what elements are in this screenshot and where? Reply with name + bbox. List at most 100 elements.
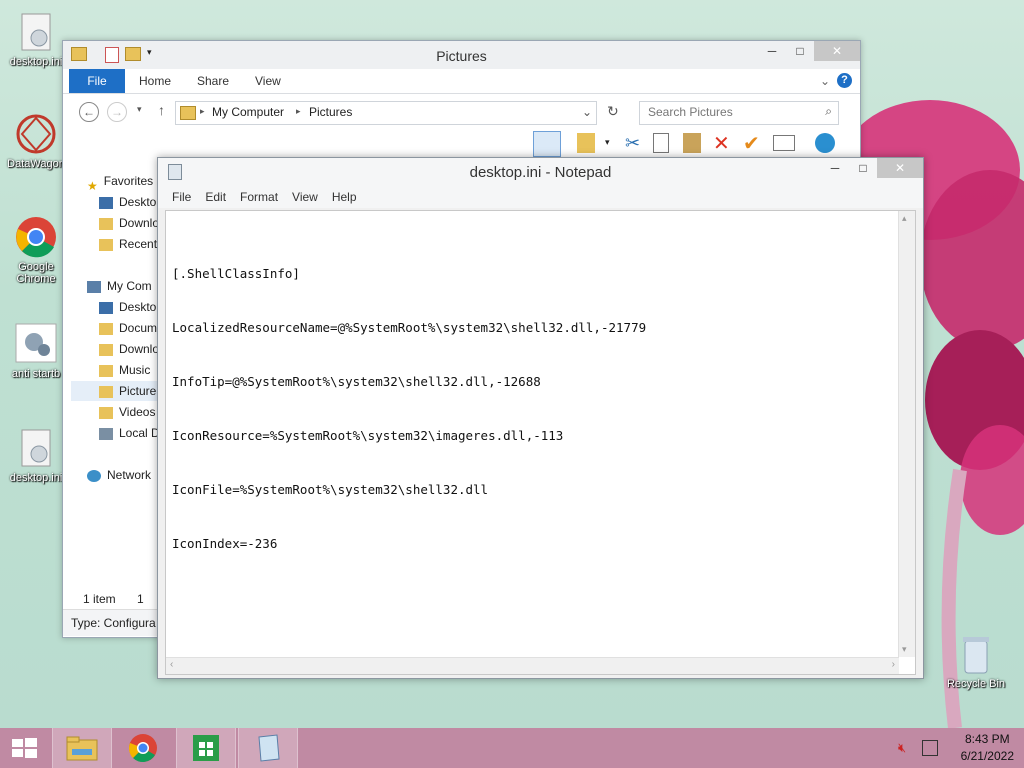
editor-content[interactable]: [.ShellClassInfo] LocalizedResourceName=…	[172, 229, 646, 589]
ribbon-tabs: File Home Share View ⌄ ?	[63, 69, 860, 94]
menu-edit[interactable]: Edit	[199, 190, 234, 204]
taskbar-chrome[interactable]	[114, 728, 172, 768]
globe-icon[interactable]	[815, 133, 835, 153]
star-icon: ★	[87, 178, 98, 191]
window-title: Pictures	[436, 48, 487, 64]
clock-time: 8:43 PM	[964, 732, 1010, 746]
taskbar-store[interactable]	[176, 728, 236, 768]
vertical-scrollbar[interactable]: ▴ ▾	[898, 211, 915, 657]
notepad-window: desktop.ini - Notepad ─ □ ✕ File Edit Fo…	[157, 157, 924, 679]
pictures-icon	[99, 385, 113, 398]
details-type-bar: Type: Configura	[63, 609, 159, 636]
chevron-down-icon[interactable]: ⌄	[820, 74, 830, 88]
chrome-icon	[14, 215, 58, 259]
minimize-button[interactable]: ─	[758, 41, 786, 61]
music-icon	[99, 364, 113, 377]
toolbar-strip: ▾ ✂ ✕ ✔	[533, 131, 853, 157]
volume-muted-icon[interactable]: 🔇︎	[898, 740, 906, 756]
copy-icon[interactable]	[653, 133, 669, 153]
breadcrumb-pictures[interactable]: Pictures	[309, 105, 352, 119]
desktop-icon	[99, 196, 113, 209]
breadcrumb-separator-icon[interactable]: ▸	[296, 106, 301, 117]
tab-view[interactable]: View	[241, 69, 295, 93]
address-row: ← → ▾ ↑ ▸ My Computer ▸ Pictures ⌄ ↻ Sea…	[63, 94, 860, 130]
menu-help[interactable]: Help	[326, 190, 365, 204]
explorer-title-bar: ▾ Pictures ─ □ ✕	[63, 41, 860, 69]
desktop-icon-recycle-bin[interactable]: Recycle Bin	[940, 632, 1012, 690]
forward-icon[interactable]: →	[107, 102, 127, 122]
ini-file-icon	[14, 10, 58, 54]
text-editor[interactable]: [.ShellClassInfo] LocalizedResourceName=…	[165, 210, 916, 675]
editor-line: [.ShellClassInfo]	[172, 266, 300, 281]
up-icon[interactable]: ↑	[158, 102, 165, 118]
minimize-button[interactable]: ─	[821, 158, 849, 178]
editor-line: LocalizedResourceName=@%SystemRoot%\syst…	[172, 320, 647, 335]
address-dropdown-icon[interactable]: ⌄	[582, 105, 592, 119]
cut-icon[interactable]: ✂	[625, 133, 640, 154]
search-input[interactable]: Search Pictures ⌕	[639, 101, 839, 125]
rename-check-icon[interactable]: ✔	[743, 131, 760, 156]
system-clock[interactable]: 8:43 PM 6/21/2022	[961, 731, 1014, 765]
taskbar-file-explorer[interactable]	[52, 728, 112, 768]
checklist-icon[interactable]	[577, 133, 595, 153]
desktop-icon	[99, 301, 113, 314]
store-icon	[193, 735, 219, 761]
navigation-pane: ★ Favorites Deskto Downlo Recent My Com D…	[63, 167, 187, 597]
maximize-button[interactable]: □	[849, 158, 877, 178]
menu-file[interactable]: File	[166, 190, 199, 204]
desktop: desktop.ini DataWagon Google Chrome anti…	[0, 0, 1024, 728]
help-icon[interactable]: ?	[837, 73, 852, 88]
editor-line: IconFile=%SystemRoot%\system32\shell32.d…	[172, 482, 489, 497]
downloads-icon	[99, 343, 113, 356]
back-icon[interactable]: ←	[79, 102, 99, 122]
address-folder-icon	[180, 106, 196, 120]
computer-icon	[87, 280, 101, 293]
scroll-down-icon[interactable]: ▾	[902, 644, 907, 655]
status-bar: 1 item 1 ite	[63, 589, 159, 626]
tab-share[interactable]: Share	[183, 69, 243, 93]
scroll-up-icon[interactable]: ▴	[902, 213, 907, 224]
breadcrumb-separator-icon[interactable]: ▸	[200, 106, 205, 117]
menu-bar: File Edit Format View Help	[158, 186, 923, 208]
network-icon[interactable]	[922, 740, 938, 756]
notepad-title-bar: desktop.ini - Notepad ─ □ ✕	[158, 158, 923, 186]
network-icon	[87, 469, 101, 482]
editor-line: IconResource=%SystemRoot%\system32\image…	[172, 428, 564, 443]
search-icon[interactable]: ⌕	[825, 104, 832, 119]
clock-date: 6/21/2022	[960, 749, 1014, 763]
notepad-icon	[258, 734, 280, 762]
horizontal-scrollbar[interactable]: ‹ ›	[166, 657, 899, 674]
drive-icon	[99, 427, 113, 440]
layout-icon[interactable]	[533, 131, 561, 157]
breadcrumb-my-computer[interactable]: My Computer	[212, 105, 284, 119]
refresh-icon[interactable]: ↻	[607, 103, 619, 120]
file-explorer-icon	[66, 736, 98, 761]
taskbar-notepad[interactable]	[238, 728, 298, 768]
close-button[interactable]: ✕	[877, 158, 923, 178]
tab-file[interactable]: File	[69, 69, 125, 93]
search-placeholder: Search Pictures	[648, 105, 733, 119]
dropdown-icon[interactable]: ▾	[605, 137, 610, 148]
chrome-icon	[128, 734, 157, 763]
maximize-button[interactable]: □	[786, 41, 814, 61]
paste-icon[interactable]	[683, 133, 701, 153]
close-button[interactable]: ✕	[814, 41, 860, 61]
windows-logo-icon	[12, 738, 37, 758]
window-title: desktop.ini - Notepad	[469, 164, 612, 181]
gear-shortcut-icon	[14, 322, 58, 366]
scroll-right-icon[interactable]: ›	[892, 659, 895, 670]
properties-icon[interactable]	[773, 135, 795, 151]
delete-icon[interactable]: ✕	[713, 131, 730, 156]
menu-format[interactable]: Format	[234, 190, 286, 204]
recent-locations-icon[interactable]: ▾	[137, 104, 142, 115]
documents-icon	[99, 322, 113, 335]
datawagon-icon	[14, 112, 58, 156]
menu-view[interactable]: View	[286, 190, 326, 204]
address-bar[interactable]: ▸ My Computer ▸ Pictures ⌄	[175, 101, 597, 125]
scroll-left-icon[interactable]: ‹	[170, 659, 173, 670]
start-button[interactable]	[0, 728, 48, 768]
editor-line: InfoTip=@%SystemRoot%\system32\shell32.d…	[172, 374, 541, 389]
tab-home[interactable]: Home	[125, 69, 185, 93]
editor-line: IconIndex=-236	[172, 536, 278, 551]
recycle-bin-icon	[954, 632, 998, 676]
